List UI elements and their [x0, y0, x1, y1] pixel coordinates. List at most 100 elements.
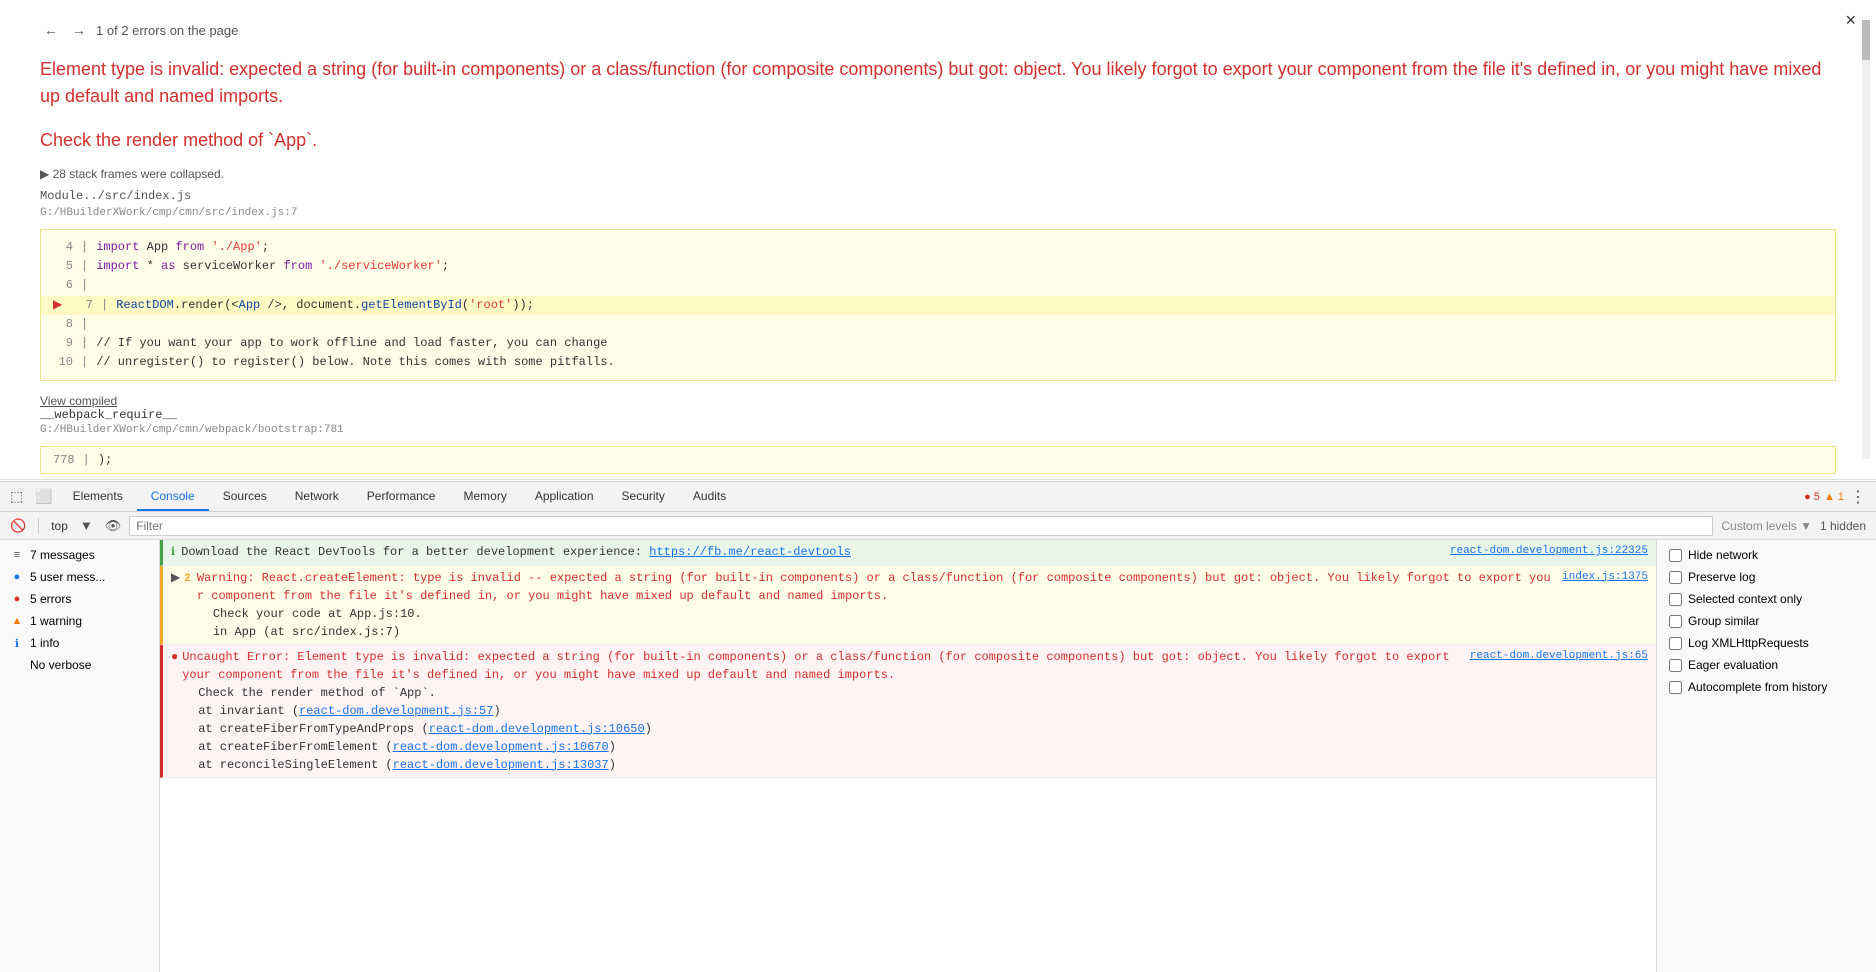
console-entry-warning: ▶ 2 Warning: React.createElement: type i… [160, 566, 1656, 645]
inspect-element-button[interactable]: ⬚ [4, 484, 29, 509]
custom-levels-dropdown[interactable]: Custom levels ▼ [1717, 517, 1816, 535]
warning-count-icon: 2 [184, 571, 191, 588]
code-line-8: 8 | [53, 315, 1823, 334]
code-line-4: 4 | import App from './App'; [53, 238, 1823, 257]
sidebar-errors-label: 5 errors [30, 592, 149, 606]
clear-console-button[interactable]: 🚫 [6, 516, 30, 536]
console-toolbar: 🚫 top ▼ 👁 Custom levels ▼ 1 hidden [0, 512, 1876, 540]
eager-eval-checkbox[interactable] [1669, 659, 1682, 672]
tab-sources[interactable]: Sources [209, 483, 281, 511]
eye-icon-button[interactable]: 👁 [101, 516, 126, 536]
tab-security[interactable]: Security [608, 483, 679, 511]
autocomplete-checkbox[interactable] [1669, 681, 1682, 694]
webpack-code-line: 778 | ); [53, 453, 1823, 467]
console-settings-panel: Hide network Preserve log Selected conte… [1656, 540, 1876, 972]
sidebar-item-warnings[interactable]: ▲ 1 warning [0, 610, 159, 632]
module-file: G:/HBuilderXWork/cmp/cmn/src/index.js:7 [40, 207, 1836, 219]
view-compiled-link[interactable]: View compiled [40, 394, 117, 408]
tab-audits[interactable]: Audits [679, 483, 740, 511]
warning-text: Warning: React.createElement: type is in… [197, 569, 1554, 641]
code-line-5: 5 | import * as serviceWorker from './se… [53, 257, 1823, 276]
eager-eval-label[interactable]: Eager evaluation [1669, 658, 1864, 672]
preserve-log-checkbox[interactable] [1669, 571, 1682, 584]
sidebar-all-messages-label: 7 messages [30, 548, 149, 562]
sidebar-warnings-label: 1 warning [30, 614, 149, 628]
devtools-panel: ⬚ ⬜ Elements Console Sources Network Per… [0, 481, 1876, 971]
hide-network-label[interactable]: Hide network [1669, 548, 1864, 562]
code-line-10: 10 | // unregister() to register() below… [53, 353, 1823, 372]
warning-expand-arrow[interactable]: ▶ [171, 569, 180, 587]
tab-network[interactable]: Network [281, 483, 353, 511]
tab-application[interactable]: Application [521, 483, 608, 511]
error-subtitle: Check the render method of `App`. [40, 130, 1836, 151]
verbose-icon [10, 658, 24, 672]
stack-collapsed: ▶ 28 stack frames were collapsed. [40, 167, 1836, 181]
selected-context-label[interactable]: Selected context only [1669, 592, 1864, 606]
group-similar-checkbox[interactable] [1669, 615, 1682, 628]
sidebar-user-messages-label: 5 user mess... [30, 570, 149, 584]
sidebar-item-errors[interactable]: ● 5 errors [0, 588, 159, 610]
scrollbar-track[interactable] [1862, 20, 1870, 459]
devtools-link-source[interactable]: react-dom.development.js:22325 [1450, 543, 1648, 560]
autocomplete-text: Autocomplete from history [1688, 680, 1827, 694]
next-error-button[interactable]: → [68, 20, 90, 40]
webpack-fn: __webpack_require__ [40, 408, 1836, 422]
hide-network-checkbox[interactable] [1669, 549, 1682, 562]
code-line-6: 6 | [53, 276, 1823, 295]
log-xml-label[interactable]: Log XMLHttpRequests [1669, 636, 1864, 650]
error-text: Uncaught Error: Element type is invalid:… [182, 648, 1462, 774]
context-dropdown-arrow[interactable]: ▼ [76, 516, 97, 535]
user-messages-icon: ● [10, 570, 24, 584]
error-navigation: ← → 1 of 2 errors on the page [40, 20, 1836, 40]
webpack-path: G:/HBuilderXWork/cmp/cmn/webpack/bootstr… [40, 424, 1836, 436]
warnings-icon: ▲ [10, 614, 24, 628]
console-filter-input[interactable] [129, 516, 1713, 536]
log-xml-checkbox[interactable] [1669, 637, 1682, 650]
group-similar-label[interactable]: Group similar [1669, 614, 1864, 628]
error-link-fiber-type[interactable]: react-dom.development.js:10650 [429, 722, 645, 736]
info-icon: ℹ [10, 636, 24, 650]
code-line-9: 9 | // If you want your app to work offl… [53, 334, 1823, 353]
tab-console[interactable]: Console [137, 483, 209, 511]
error-link-fiber-element[interactable]: react-dom.development.js:10670 [393, 740, 609, 754]
error-overlay: × ← → 1 of 2 errors on the page Element … [0, 0, 1876, 480]
hidden-count: 1 hidden [1820, 519, 1870, 533]
sidebar-verbose-label: No verbose [30, 658, 149, 672]
more-options-button[interactable]: ⋮ [1844, 483, 1872, 511]
error-link-reconcile[interactable]: react-dom.development.js:13037 [393, 758, 609, 772]
context-selector[interactable]: top [47, 518, 72, 534]
devtools-tab-bar: ⬚ ⬜ Elements Console Sources Network Per… [0, 482, 1876, 512]
sidebar-item-user-messages[interactable]: ● 5 user mess... [0, 566, 159, 588]
webpack-code-block: 778 | ); [40, 446, 1836, 474]
scrollbar-thumb[interactable] [1862, 20, 1870, 60]
selected-context-checkbox[interactable] [1669, 593, 1682, 606]
prev-error-button[interactable]: ← [40, 20, 62, 40]
device-toggle-button[interactable]: ⬜ [29, 484, 58, 509]
hide-network-text: Hide network [1688, 548, 1758, 562]
errors-icon: ● [10, 592, 24, 606]
warning-count-badge: ▲ 1 [1824, 491, 1844, 503]
preserve-log-label[interactable]: Preserve log [1669, 570, 1864, 584]
tab-elements[interactable]: Elements [59, 483, 137, 511]
error-title: Element type is invalid: expected a stri… [40, 56, 1836, 110]
error-count-badge: ● 5 [1804, 491, 1820, 503]
error-count: 1 of 2 errors on the page [96, 23, 238, 38]
devtools-url-link[interactable]: https://fb.me/react-devtools [649, 545, 851, 559]
error-source[interactable]: react-dom.development.js:65 [1470, 648, 1648, 665]
console-entry-error: ● Uncaught Error: Element type is invali… [160, 645, 1656, 778]
toolbar-separator [38, 518, 39, 534]
sidebar-item-all-messages[interactable]: ≡ 7 messages [0, 544, 159, 566]
error-link-invariant[interactable]: react-dom.development.js:57 [299, 704, 493, 718]
sidebar-item-info[interactable]: ℹ 1 info [0, 632, 159, 654]
error-expand-arrow[interactable]: ● [171, 648, 178, 666]
group-similar-text: Group similar [1688, 614, 1759, 628]
code-block: 4 | import App from './App'; 5 | import … [40, 229, 1836, 381]
close-button[interactable]: × [1845, 10, 1856, 31]
warning-source[interactable]: index.js:1375 [1562, 569, 1648, 586]
log-xml-text: Log XMLHttpRequests [1688, 636, 1809, 650]
sidebar-item-verbose[interactable]: No verbose [0, 654, 159, 676]
console-sidebar: ≡ 7 messages ● 5 user mess... ● 5 errors… [0, 540, 160, 972]
tab-performance[interactable]: Performance [353, 483, 450, 511]
autocomplete-label[interactable]: Autocomplete from history [1669, 680, 1864, 694]
tab-memory[interactable]: Memory [449, 483, 520, 511]
